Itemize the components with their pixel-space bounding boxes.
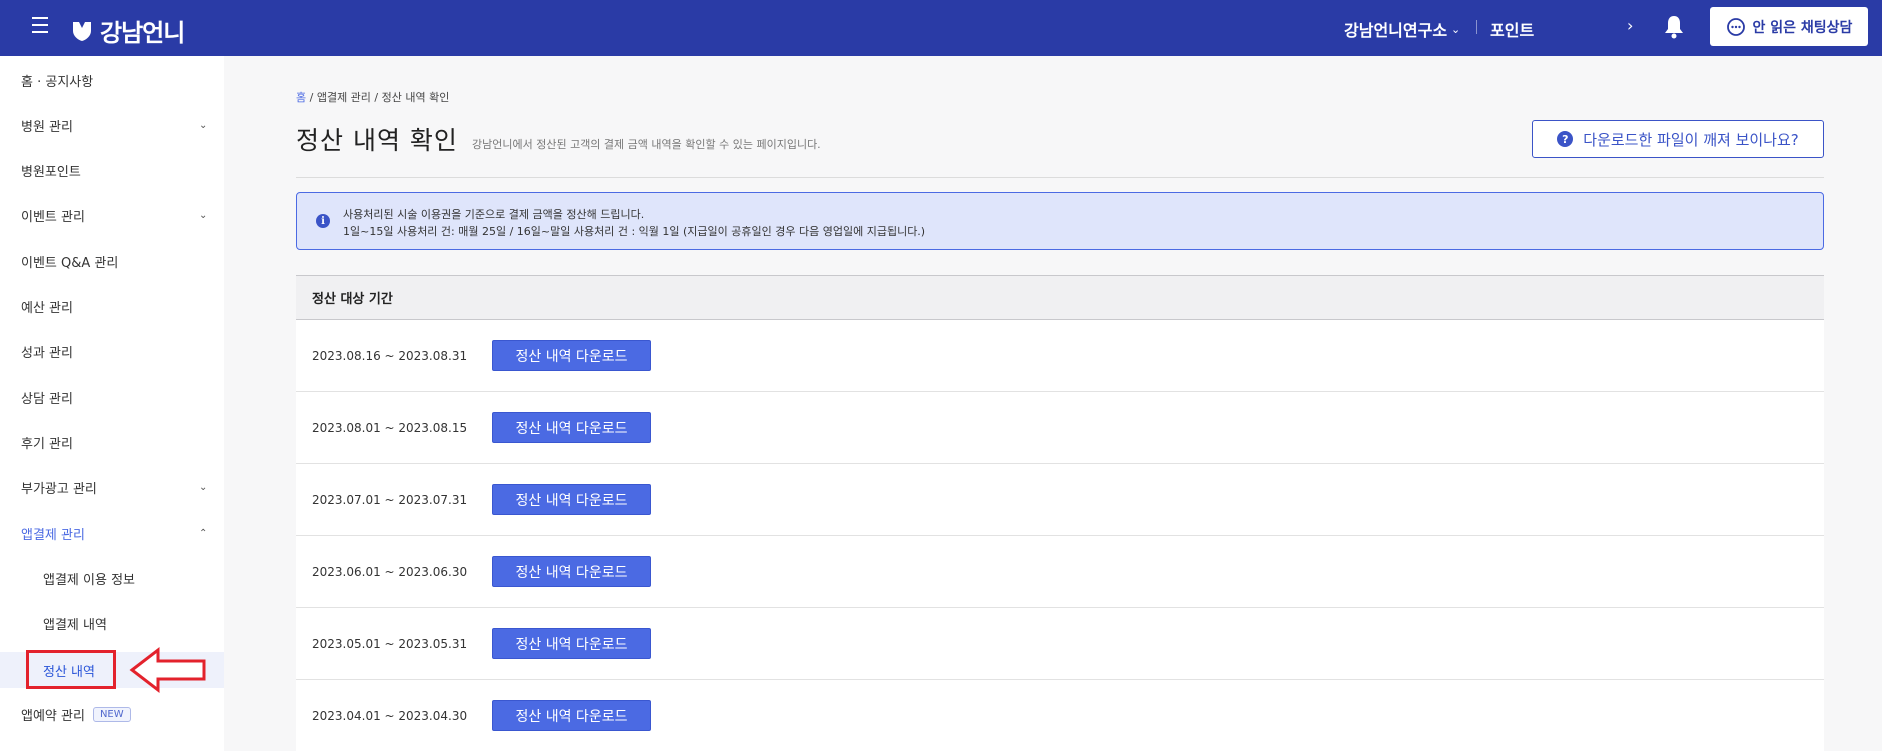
help-button-label: 다운로드한 파일이 깨져 보이나요?	[1583, 130, 1799, 149]
sidebar-item-event-qa[interactable]: 이벤트 Q&A 관리	[0, 243, 224, 279]
page-title: 정산 내역 확인	[296, 126, 458, 155]
sidebar-item-label: 후기 관리	[21, 436, 73, 452]
header-divider	[1476, 20, 1477, 34]
download-settlement-button[interactable]: 정산 내역 다운로드	[492, 412, 651, 443]
bell-icon[interactable]	[1662, 14, 1686, 40]
info-text-line: 사용처리된 시술 이용권을 기준으로 결제 금액을 정산해 드립니다.	[343, 208, 645, 221]
settlement-period: 2023.04.01 ~ 2023.04.30	[312, 708, 468, 723]
table-header: 정산 대상 기간	[296, 275, 1824, 320]
breadcrumb-path: / 앱결제 관리 / 정산 내역 확인	[306, 91, 450, 104]
settlement-period: 2023.08.16 ~ 2023.08.31	[312, 348, 468, 363]
sidebar-item-reviews[interactable]: 후기 관리	[0, 424, 224, 460]
download-settlement-button[interactable]: 정산 내역 다운로드	[492, 628, 651, 659]
sidebar-item-hospital-points[interactable]: 병원포인트	[0, 152, 224, 188]
sidebar-item-home[interactable]: 홈 · 공지사항	[0, 62, 224, 98]
sidebar-item-hospital[interactable]: 병원 관리 ⌄	[0, 107, 224, 143]
chevron-down-icon: ⌄	[199, 119, 208, 131]
annotation-highlight-box	[26, 650, 116, 689]
settlement-period: 2023.05.01 ~ 2023.05.31	[312, 636, 468, 651]
sidebar-item-events[interactable]: 이벤트 관리 ⌄	[0, 197, 224, 233]
sidebar-item-label: 부가광고 관리	[21, 481, 97, 497]
sidebar-item-app-payment-info[interactable]: 앱결제 이용 정보	[0, 560, 224, 596]
chevron-down-icon: ⌄	[199, 481, 208, 493]
sidebar-item-label: 예산 관리	[21, 300, 73, 316]
download-settlement-button[interactable]: 정산 내역 다운로드	[492, 700, 651, 731]
sidebar-item-label: 성과 관리	[21, 345, 73, 361]
hospital-selector[interactable]: 강남언니연구소 ⌄	[1344, 17, 1460, 41]
table-row: 2023.07.01 ~ 2023.07.31 정산 내역 다운로드	[296, 464, 1824, 536]
breadcrumb-home-link[interactable]: 홈	[296, 91, 306, 104]
settlement-table: 정산 대상 기간 2023.08.16 ~ 2023.08.31 정산 내역 다…	[296, 275, 1824, 751]
sidebar-item-consultation[interactable]: 상담 관리	[0, 379, 224, 415]
settlement-period: 2023.06.01 ~ 2023.06.30	[312, 564, 468, 579]
top-navigation-bar: 강남언니 강남언니연구소 ⌄ 포인트 › 안 읽은 채팅상담	[0, 0, 1882, 56]
sidebar-item-budget[interactable]: 예산 관리	[0, 288, 224, 324]
title-divider	[296, 177, 1824, 178]
table-row: 2023.08.16 ~ 2023.08.31 정산 내역 다운로드	[296, 320, 1824, 392]
hospital-name: 강남언니연구소	[1344, 21, 1448, 40]
page-description: 강남언니에서 정산된 고객의 결제 금액 내역을 확인할 수 있는 페이지입니다…	[472, 138, 821, 151]
annotation-arrow-icon	[129, 646, 206, 694]
question-icon: ?	[1557, 131, 1574, 147]
settlement-period: 2023.08.01 ~ 2023.08.15	[312, 420, 468, 435]
sidebar-item-label: 병원포인트	[21, 164, 81, 180]
sidebar-item-label: 앱예약 관리	[21, 708, 85, 724]
chat-bubble-icon	[1726, 17, 1745, 36]
sidebar-item-label: 앱결제 이용 정보	[43, 572, 135, 588]
settlement-period: 2023.07.01 ~ 2023.07.31	[312, 492, 468, 507]
download-settlement-button[interactable]: 정산 내역 다운로드	[492, 340, 651, 371]
info-text-line: 1일~15일 사용처리 건: 매월 25일 / 16일~말일 사용처리 건 : …	[343, 225, 926, 238]
chevron-right-icon[interactable]: ›	[1627, 16, 1633, 35]
sidebar-item-performance[interactable]: 성과 관리	[0, 333, 224, 369]
sidebar-item-label: 앱결제 내역	[43, 617, 107, 633]
sidebar-item-label: 홈 · 공지사항	[21, 74, 94, 90]
download-settlement-button[interactable]: 정산 내역 다운로드	[492, 556, 651, 587]
logo[interactable]: 강남언니	[70, 13, 185, 48]
sidebar-item-label: 이벤트 관리	[21, 209, 85, 225]
chevron-down-icon: ⌄	[199, 209, 208, 221]
download-settlement-button[interactable]: 정산 내역 다운로드	[492, 484, 651, 515]
unread-chat-button[interactable]: 안 읽은 채팅상담	[1710, 7, 1868, 46]
sidebar-item-app-payment[interactable]: 앱결제 관리 ⌃	[0, 515, 224, 551]
menu-icon[interactable]	[32, 17, 50, 37]
new-badge: NEW	[92, 706, 131, 722]
sidebar-item-label: 앱결제 관리	[21, 527, 85, 543]
table-row: 2023.06.01 ~ 2023.06.30 정산 내역 다운로드	[296, 536, 1824, 608]
sidebar-item-app-reservation[interactable]: 앱예약 관리 NEW	[0, 696, 224, 732]
settlement-info-box: i 사용처리된 시술 이용권을 기준으로 결제 금액을 정산해 드립니다. 1일…	[296, 192, 1824, 250]
table-row: 2023.08.01 ~ 2023.08.15 정산 내역 다운로드	[296, 392, 1824, 464]
broken-file-help-button[interactable]: ? 다운로드한 파일이 깨져 보이나요?	[1532, 120, 1824, 158]
sidebar-item-label: 이벤트 Q&A 관리	[21, 255, 119, 271]
logo-heart-icon	[73, 21, 91, 41]
table-row: 2023.04.01 ~ 2023.04.30 정산 내역 다운로드	[296, 680, 1824, 751]
chat-button-label: 안 읽은 채팅상담	[1752, 19, 1853, 36]
logo-text: 강남언니	[100, 19, 185, 47]
sidebar-item-label: 병원 관리	[21, 119, 73, 135]
sidebar-item-app-payment-history[interactable]: 앱결제 내역	[0, 605, 224, 641]
info-icon: i	[316, 214, 330, 228]
chevron-up-icon: ⌃	[199, 527, 208, 539]
points-link[interactable]: 포인트	[1490, 17, 1534, 41]
table-row: 2023.05.01 ~ 2023.05.31 정산 내역 다운로드	[296, 608, 1824, 680]
sidebar-item-label: 상담 관리	[21, 391, 73, 407]
chevron-down-icon: ⌄	[1451, 22, 1461, 36]
sidebar-item-ads[interactable]: 부가광고 관리 ⌄	[0, 469, 224, 505]
breadcrumb: 홈 / 앱결제 관리 / 정산 내역 확인	[296, 89, 449, 105]
